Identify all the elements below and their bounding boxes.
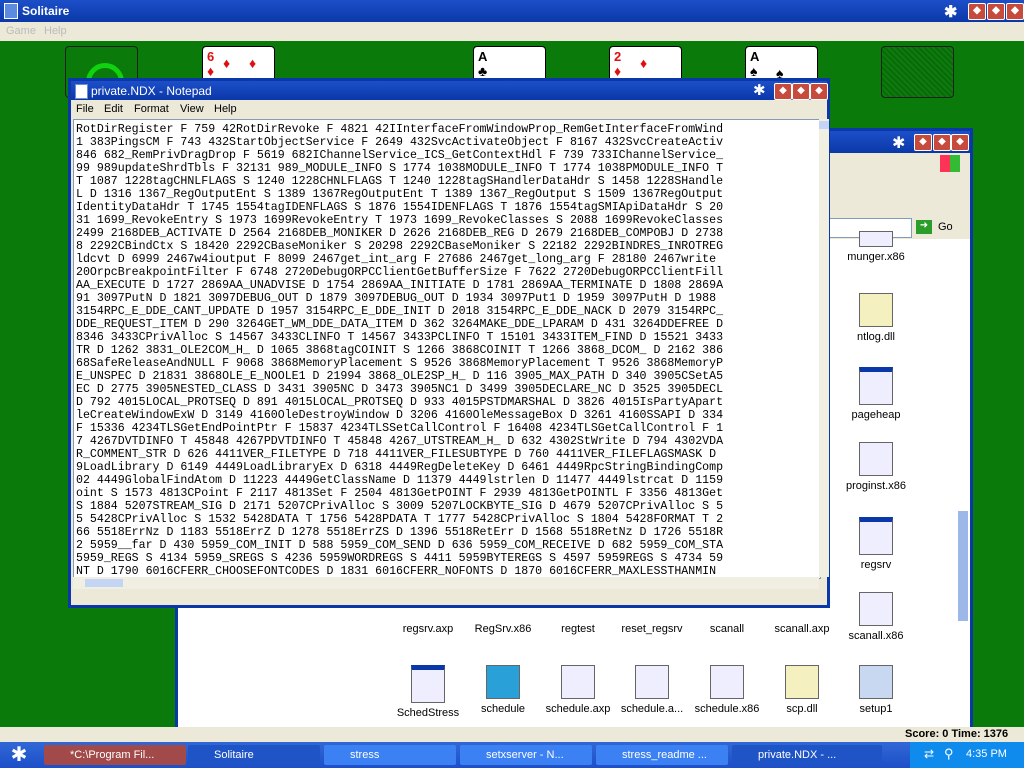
star-icon: ✱	[753, 82, 766, 99]
solitaire-menu-bar: Game Help	[0, 22, 1024, 41]
file-icon-proginst[interactable]: proginst.x86	[836, 442, 916, 492]
vertical-scrollbar[interactable]	[819, 119, 829, 577]
exe-window-icon	[859, 367, 893, 405]
file-icon-schedule[interactable]: schedule	[463, 665, 543, 715]
close-button[interactable]: ◆	[1006, 3, 1024, 20]
notepad-app-icon	[75, 84, 88, 99]
club-icon: ♣	[478, 63, 488, 79]
setup-computer-icon	[859, 665, 893, 699]
explorer-scrollbar[interactable]	[958, 511, 968, 621]
menu-view[interactable]: View	[180, 103, 204, 115]
task-solitaire[interactable]: Solitaire	[188, 745, 320, 765]
task-stress-readme[interactable]: stress_readme ...	[596, 745, 728, 765]
file-icon	[859, 592, 893, 626]
dll-gear-icon	[859, 293, 893, 327]
diamond-icon: ♦	[249, 55, 257, 71]
star-icon: ✱	[892, 135, 906, 152]
go-arrow-icon[interactable]: ➜	[916, 220, 932, 234]
explorer-maximize-button[interactable]: ◆	[933, 134, 951, 151]
notepad-minimize-button[interactable]: ◆	[774, 83, 792, 100]
notepad-close-button[interactable]: ◆	[810, 83, 828, 100]
file-icon-munger[interactable]: munger.x86	[836, 231, 916, 263]
windows-logo-icon	[940, 155, 960, 172]
file-icon	[859, 442, 893, 476]
notepad-text-area[interactable]: RotDirRegister F 759 42RotDirRevoke F 48…	[73, 119, 821, 579]
star-icon: ✱	[944, 4, 958, 21]
file-icon-schedule-axp[interactable]: schedule.axp	[538, 665, 618, 715]
explorer-minimize-button[interactable]: ◆	[914, 134, 932, 151]
minimize-button[interactable]: ◆	[968, 3, 986, 20]
notepad-window: private.NDX - Notepad ✱ ◆ ◆ ◆ File Edit …	[68, 78, 830, 608]
file-icon-regsrv-axp[interactable]: regsrv.axp	[388, 623, 468, 635]
file-icon-schedule-x86[interactable]: schedule.x86	[687, 665, 767, 715]
task-stress[interactable]: stress	[324, 745, 456, 765]
task-private-ndx[interactable]: private.NDX - ...	[732, 745, 882, 765]
solitaire-title-bar[interactable]: Solitaire ✱ ◆ ◆ ◆	[0, 0, 1024, 22]
menu-help[interactable]: Help	[44, 25, 67, 37]
task-setxserver[interactable]: setxserver - N...	[460, 745, 592, 765]
search-icon[interactable]: ⚲	[944, 746, 954, 762]
file-icon-scanall-axp[interactable]: scanall.axp	[762, 623, 842, 635]
file-icon-schedule-a[interactable]: schedule.a...	[612, 665, 692, 715]
notepad-menu-bar: File Edit Format View Help	[71, 100, 827, 118]
file-icon	[561, 665, 595, 699]
file-icon-regsrv[interactable]: regsrv	[836, 517, 916, 571]
exe-window-icon	[411, 665, 445, 703]
scroll-thumb[interactable]	[819, 121, 829, 129]
spade-icon: ♠	[750, 63, 758, 79]
file-icon	[859, 231, 893, 247]
file-icon-scanall-x86[interactable]: scanall.x86	[836, 592, 916, 642]
task-program-files[interactable]: *C:\Program Fil...	[44, 745, 186, 765]
taskbar: ✱ *C:\Program Fil... Solitaire stress se…	[0, 742, 1024, 768]
go-button[interactable]: Go	[938, 221, 953, 233]
notepad-maximize-button[interactable]: ◆	[792, 83, 810, 100]
file-icon-scp-dll[interactable]: scp.dll	[762, 665, 842, 715]
clock[interactable]: 4:35 PM	[966, 748, 1007, 760]
notepad-title-bar[interactable]: private.NDX - Notepad ✱ ◆ ◆ ◆	[71, 81, 828, 100]
maximize-button[interactable]: ◆	[987, 3, 1005, 20]
file-icon	[635, 665, 669, 699]
file-icon-setup1[interactable]: setup1	[836, 665, 916, 715]
diamond-icon: ♦	[614, 63, 622, 79]
file-icon	[710, 665, 744, 699]
file-icon-regsrv-x86[interactable]: RegSrv.x86	[463, 623, 543, 635]
file-icon-regtest[interactable]: regtest	[538, 623, 618, 635]
hscroll-thumb[interactable]	[85, 579, 123, 587]
dll-gear-icon	[785, 665, 819, 699]
foundation-pile[interactable]	[881, 46, 954, 98]
menu-help[interactable]: Help	[214, 103, 237, 115]
file-icon-schedstress[interactable]: SchedStress	[388, 665, 468, 719]
notepad-title: private.NDX - Notepad	[91, 84, 212, 98]
menu-edit[interactable]: Edit	[104, 103, 123, 115]
cube-icon	[486, 665, 520, 699]
horizontal-scrollbar[interactable]	[73, 577, 819, 589]
diamond-icon: ♦	[223, 55, 231, 71]
system-tray: ⇄ ⚲ 4:35 PM	[910, 742, 1024, 768]
score-time-text: Score: 0 Time: 1376	[905, 728, 1009, 740]
network-icon[interactable]: ⇄	[924, 747, 934, 761]
diamond-icon: ♦	[207, 63, 215, 79]
solitaire-title: Solitaire	[22, 4, 70, 18]
explorer-close-button[interactable]: ◆	[951, 134, 969, 151]
exe-window-icon	[859, 517, 893, 555]
file-icon-reset-regsrv[interactable]: reset_regsrv	[612, 623, 692, 635]
menu-game[interactable]: Game	[6, 25, 36, 37]
menu-format[interactable]: Format	[134, 103, 169, 115]
menu-file[interactable]: File	[76, 103, 94, 115]
file-icon-pageheap[interactable]: pageheap	[836, 367, 916, 421]
file-icon-ntlog[interactable]: ntlog.dll	[836, 293, 916, 343]
diamond-icon: ♦	[640, 55, 648, 71]
start-star-icon[interactable]: ✱	[4, 742, 34, 768]
solitaire-app-icon	[4, 3, 18, 19]
file-icon-scanall[interactable]: scanall	[687, 623, 767, 635]
solitaire-status-bar: Score: 0 Time: 1376	[0, 727, 1024, 742]
notepad-content: RotDirRegister F 759 42RotDirRevoke F 48…	[76, 123, 724, 578]
